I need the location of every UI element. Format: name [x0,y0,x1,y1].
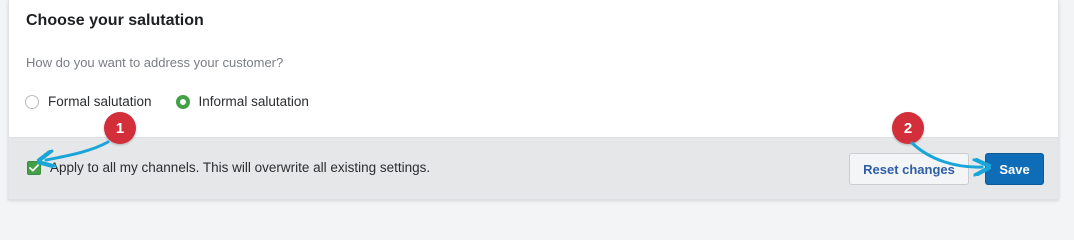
section-title: Choose your salutation [26,12,204,29]
radio-informal-icon[interactable] [175,94,190,109]
reset-changes-button[interactable]: Reset changes [849,153,969,185]
radio-formal-label: Formal salutation [48,94,152,109]
save-button[interactable]: Save [985,153,1044,185]
apply-all-checkbox[interactable] [27,160,41,175]
step-marker-2: 2 [892,112,924,144]
radio-informal-salutation[interactable]: Informal salutation [175,94,309,109]
checkmark-icon [29,163,39,171]
radio-formal-salutation[interactable]: Formal salutation [25,94,152,109]
apply-all-channels-option[interactable]: Apply to all my channels. This will over… [27,160,430,175]
section-question: How do you want to address your customer… [26,55,284,70]
salutation-card: Choose your salutation How do you want t… [8,0,1059,200]
radio-formal-icon[interactable] [25,94,39,109]
card-footer: Apply to all my channels. This will over… [9,137,1058,199]
apply-all-label: Apply to all my channels. This will over… [50,160,431,175]
step-marker-1: 1 [104,112,136,144]
radio-informal-label: Informal salutation [198,94,309,109]
salutation-radio-group: Formal salutation Informal salutation [25,94,333,109]
